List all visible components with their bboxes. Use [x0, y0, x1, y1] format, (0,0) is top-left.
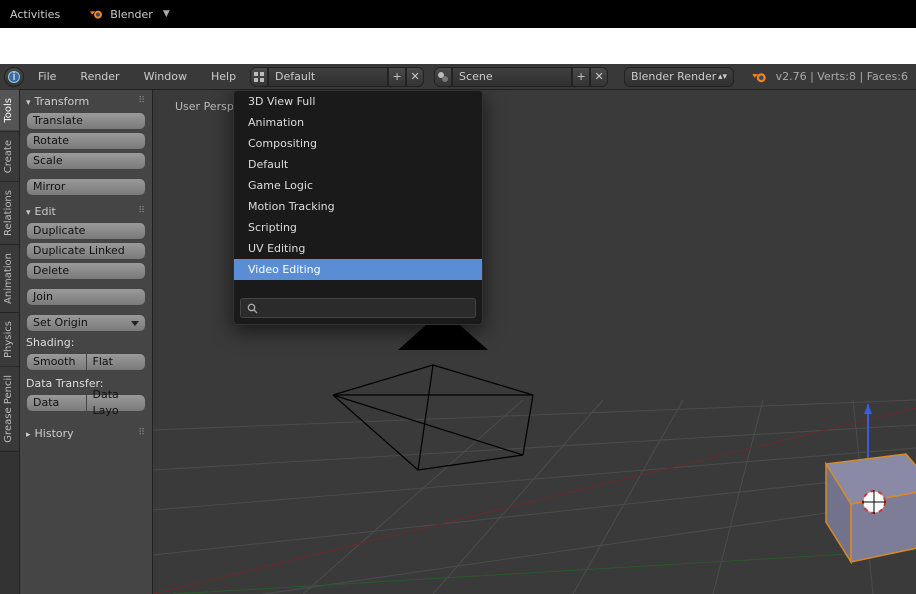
shading-label: Shading:	[26, 336, 146, 349]
duplicate-linked-button[interactable]: Duplicate Linked	[26, 242, 146, 260]
tool-category-tabs: Tools Create Relations Animation Physics…	[0, 90, 20, 594]
join-button[interactable]: Join	[26, 288, 146, 306]
blender-logo-icon	[750, 68, 768, 86]
info-icon: i	[8, 71, 20, 83]
delete-button[interactable]: Delete	[26, 262, 146, 280]
layout-option-uvediting[interactable]: UV Editing	[234, 238, 482, 259]
scale-button[interactable]: Scale	[26, 152, 146, 170]
screen-add-button[interactable]: +	[388, 67, 406, 87]
scene-value: Scene	[459, 70, 493, 83]
scene-icon	[437, 71, 449, 83]
default-cube[interactable]	[816, 404, 916, 564]
screen-layout-menu: 3D View Full Animation Compositing Defau…	[233, 90, 483, 325]
screen-layout-value: Default	[275, 70, 315, 83]
screen-delete-button[interactable]: ✕	[406, 67, 424, 87]
tool-shelf: Transform ⠿ Translate Rotate Scale Mirror…	[20, 90, 153, 594]
layout-option-motiontracking[interactable]: Motion Tracking	[234, 196, 482, 217]
layout-option-videoediting[interactable]: Video Editing	[234, 259, 482, 280]
duplicate-button[interactable]: Duplicate	[26, 222, 146, 240]
history-title: History	[35, 427, 74, 440]
transform-panel-header[interactable]: Transform ⠿	[26, 92, 146, 110]
search-icon	[247, 303, 258, 314]
layout-option-3dviewfull[interactable]: 3D View Full	[234, 91, 482, 112]
edit-panel-header[interactable]: Edit ⠿	[26, 202, 146, 220]
layout-option-scripting[interactable]: Scripting	[234, 217, 482, 238]
menu-window[interactable]: Window	[134, 64, 197, 90]
vtab-animation[interactable]: Animation	[0, 245, 19, 313]
screen-layout-group: Default + ✕	[250, 67, 424, 87]
vtab-physics[interactable]: Physics	[0, 313, 19, 367]
vtab-tools[interactable]: Tools	[0, 90, 19, 132]
activities-menu[interactable]: Activities	[10, 8, 60, 21]
grip-icon: ⠿	[138, 96, 146, 106]
layout-option-gamelogic[interactable]: Game Logic	[234, 175, 482, 196]
menu-help[interactable]: Help	[201, 64, 246, 90]
blender-app-menu[interactable]: Blender ▼	[88, 6, 170, 22]
screen-layout-field[interactable]: Default	[268, 67, 388, 87]
info-header: i File Render Window Help Default + ✕ Sc…	[0, 64, 916, 90]
chevron-up-down-icon: ▴▾	[718, 72, 727, 82]
layout-option-compositing[interactable]: Compositing	[234, 133, 482, 154]
scene-group: Scene + ✕	[434, 67, 608, 87]
translate-button[interactable]: Translate	[26, 112, 146, 130]
layout-option-animation[interactable]: Animation	[234, 112, 482, 133]
smooth-button[interactable]: Smooth	[26, 353, 86, 371]
blender-app-label: Blender	[110, 8, 153, 21]
plus-icon: +	[392, 70, 401, 83]
grip-icon: ⠿	[138, 428, 146, 438]
plus-icon: +	[576, 70, 585, 83]
svg-text:i: i	[12, 71, 15, 83]
scene-stats: v2.76 | Verts:8 | Faces:6	[776, 70, 912, 83]
render-engine-dropdown[interactable]: Blender Render ▴▾	[624, 67, 734, 87]
transform-title: Transform	[35, 95, 90, 108]
menu-render[interactable]: Render	[70, 64, 129, 90]
menu-file[interactable]: File	[28, 64, 66, 90]
x-icon: ✕	[410, 70, 419, 83]
vtab-create[interactable]: Create	[0, 132, 19, 182]
history-panel-header[interactable]: History ⠿	[26, 424, 146, 442]
scene-field[interactable]: Scene	[452, 67, 572, 87]
screen-browse-button[interactable]	[250, 67, 268, 87]
main-area: Tools Create Relations Animation Physics…	[0, 90, 916, 594]
vtab-grease-pencil[interactable]: Grease Pencil	[0, 367, 19, 452]
blender-logo-icon	[88, 6, 104, 22]
scene-browse-button[interactable]	[434, 67, 452, 87]
data-layout-button[interactable]: Data Layo	[86, 394, 147, 412]
rotate-button[interactable]: Rotate	[26, 132, 146, 150]
3d-viewport[interactable]: User Persp	[153, 90, 916, 594]
render-engine-value: Blender Render	[631, 70, 716, 83]
grip-icon: ⠿	[138, 206, 146, 216]
blank-gap	[0, 28, 916, 64]
vtab-relations[interactable]: Relations	[0, 182, 19, 245]
system-top-bar: Activities Blender ▼	[0, 0, 916, 28]
set-origin-dropdown[interactable]: Set Origin	[26, 314, 146, 332]
scene-add-button[interactable]: +	[572, 67, 590, 87]
layout-search-input[interactable]	[264, 302, 469, 315]
chevron-down-icon: ▼	[163, 9, 170, 19]
x-icon: ✕	[594, 70, 603, 83]
y-axis	[173, 550, 916, 594]
edit-title: Edit	[35, 205, 56, 218]
layout-search-field[interactable]	[240, 298, 476, 318]
mirror-button[interactable]: Mirror	[26, 178, 146, 196]
scene-delete-button[interactable]: ✕	[590, 67, 608, 87]
editor-type-button[interactable]: i	[4, 67, 24, 87]
layout-option-default[interactable]: Default	[234, 154, 482, 175]
flat-button[interactable]: Flat	[86, 353, 147, 371]
data-button[interactable]: Data	[26, 394, 86, 412]
camera-object[interactable]	[323, 300, 583, 500]
grid-icon	[254, 72, 264, 82]
